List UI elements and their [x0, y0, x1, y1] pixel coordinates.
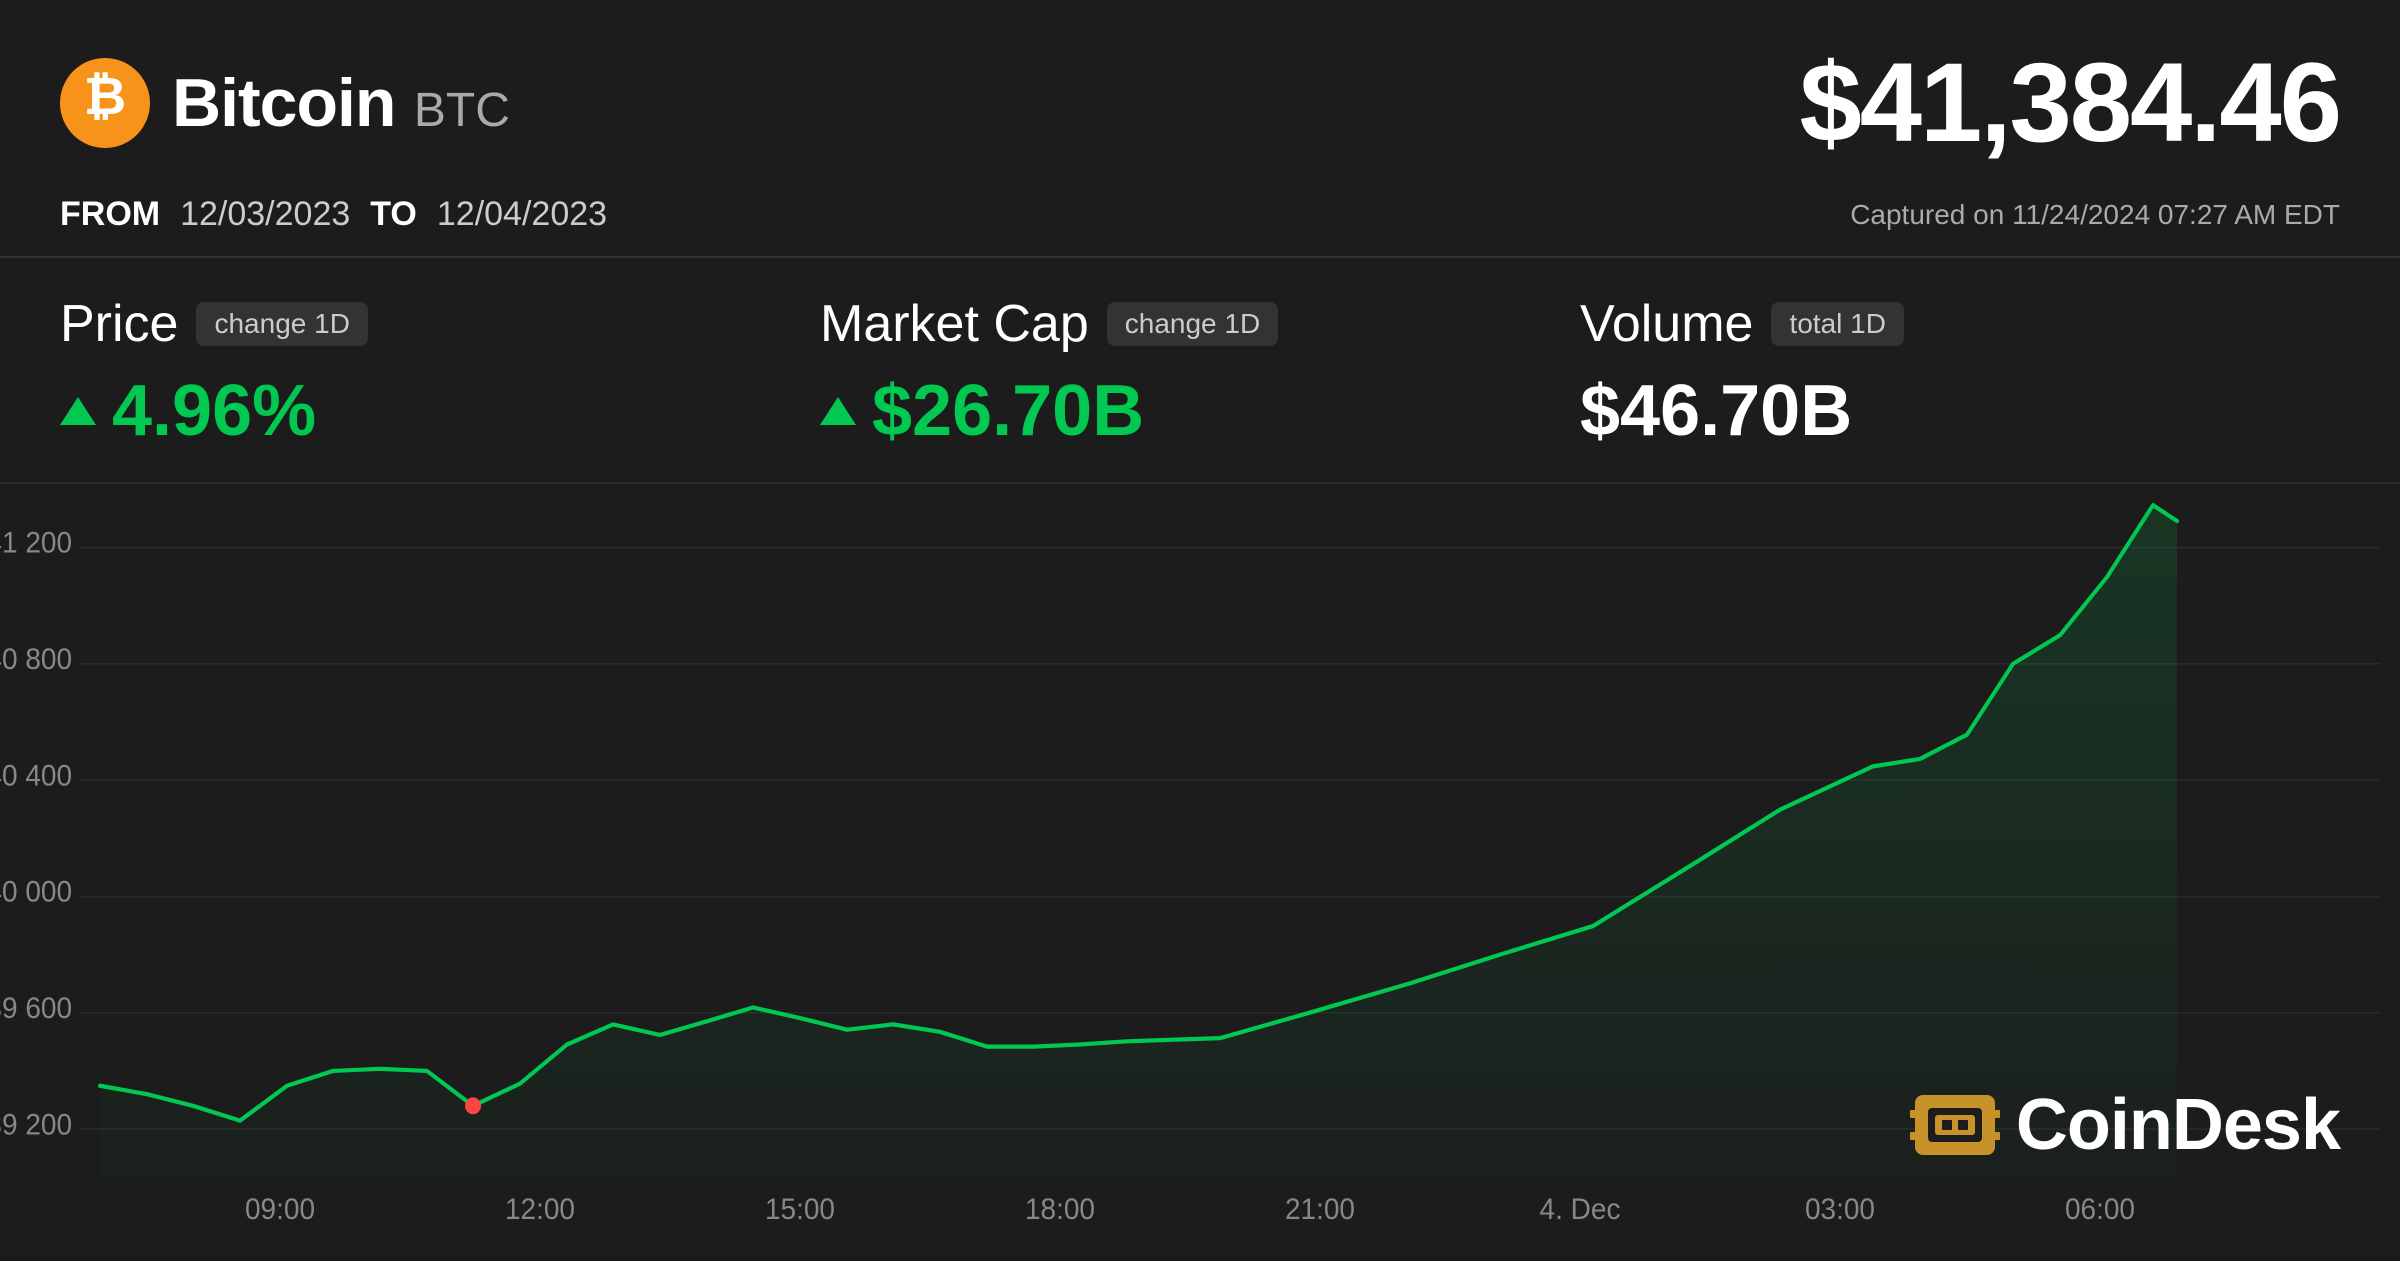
svg-text:15:00: 15:00: [765, 1193, 835, 1226]
price-badge[interactable]: change 1D: [196, 302, 367, 346]
svg-text:$40 000: $40 000: [0, 876, 72, 909]
current-price: $41,384.46: [1799, 38, 2340, 167]
date-range: FROM 12/03/2023 TO 12/04/2023: [60, 195, 607, 234]
bitcoin-logo: ₿: [60, 58, 150, 148]
coindesk-logo: CoinDesk: [1910, 1084, 2340, 1166]
svg-text:21:00: 21:00: [1285, 1193, 1355, 1226]
to-date: 12/04/2023: [437, 195, 607, 234]
coin-ticker: BTC: [414, 84, 510, 137]
coindesk-text: CoinDesk: [2016, 1084, 2340, 1166]
price-stat-header: Price change 1D: [60, 294, 820, 354]
svg-text:03:00: 03:00: [1805, 1193, 1875, 1226]
stats-row: Price change 1D 4.96% Market Cap change …: [0, 258, 2400, 482]
marketcap-badge[interactable]: change 1D: [1107, 302, 1278, 346]
page-container: ₿ Bitcoin BTC $41,384.46 FROM 12/03/2023…: [0, 0, 2400, 1256]
price-stat: Price change 1D 4.96%: [60, 294, 820, 452]
volume-badge[interactable]: total 1D: [1771, 302, 1904, 346]
date-row: FROM 12/03/2023 TO 12/04/2023 Captured o…: [0, 195, 2400, 256]
svg-text:$41 200: $41 200: [0, 527, 72, 560]
coin-name: Bitcoin: [172, 65, 395, 141]
marketcap-title: Market Cap: [820, 294, 1089, 354]
from-date: 12/03/2023: [180, 195, 350, 234]
marketcap-stat-header: Market Cap change 1D: [820, 294, 1580, 354]
price-title: Price: [60, 294, 178, 354]
coin-title: Bitcoin BTC: [172, 64, 510, 142]
svg-text:$39 600: $39 600: [0, 992, 72, 1025]
from-label: FROM: [60, 195, 160, 234]
red-dot: [465, 1097, 481, 1114]
svg-text:$40 800: $40 800: [0, 643, 72, 676]
marketcap-stat: Market Cap change 1D $26.70B: [820, 294, 1580, 452]
volume-value: $46.70B: [1580, 370, 2340, 452]
svg-text:06:00: 06:00: [2065, 1193, 2135, 1226]
price-change-value: 4.96%: [112, 370, 316, 452]
captured-text: Captured on 11/24/2024 07:27 AM EDT: [1850, 199, 2340, 231]
marketcap-value: $26.70B: [820, 370, 1580, 452]
svg-text:09:00: 09:00: [245, 1193, 315, 1226]
logo-area: ₿ Bitcoin BTC: [60, 58, 510, 148]
price-arrow-up: [60, 397, 96, 425]
volume-stat-header: Volume total 1D: [1580, 294, 2340, 354]
svg-text:$40 400: $40 400: [0, 760, 72, 793]
svg-text:4. Dec: 4. Dec: [1540, 1193, 1621, 1226]
svg-text:₿: ₿: [84, 67, 126, 125]
volume-stat: Volume total 1D $46.70B: [1580, 294, 2340, 452]
marketcap-arrow-up: [820, 397, 856, 425]
svg-text:18:00: 18:00: [1025, 1193, 1095, 1226]
chart-area: $41 200 $40 800 $40 400 $40 000 $39 600 …: [0, 484, 2400, 1256]
volume-title: Volume: [1580, 294, 1753, 354]
coindesk-icon: [1910, 1090, 2000, 1160]
volume-amount: $46.70B: [1580, 370, 1852, 452]
price-value: 4.96%: [60, 370, 820, 452]
svg-text:12:00: 12:00: [505, 1193, 575, 1226]
marketcap-change-value: $26.70B: [872, 370, 1144, 452]
to-label: TO: [370, 195, 417, 234]
svg-text:$39 200: $39 200: [0, 1109, 72, 1142]
header: ₿ Bitcoin BTC $41,384.46: [0, 0, 2400, 195]
